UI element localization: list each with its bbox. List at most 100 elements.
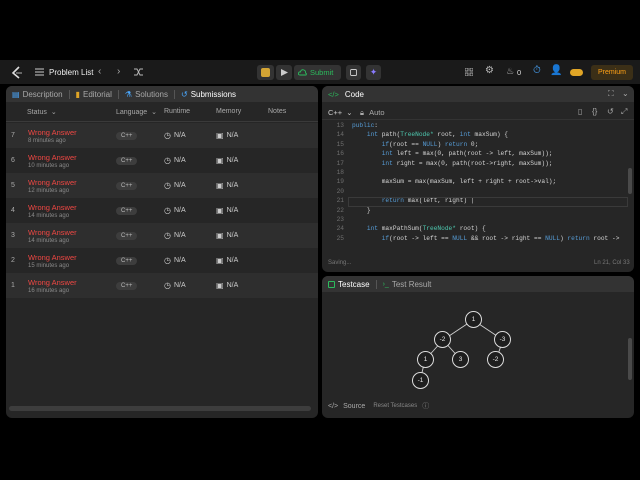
source-button[interactable]: Source	[343, 403, 365, 410]
line-number: 13	[336, 122, 344, 129]
status-wrong-answer-link[interactable]: Wrong Answer	[28, 228, 77, 237]
runtime-cell: ◷ N/A	[164, 273, 186, 298]
ai-sparkle-icon[interactable]: ✦	[366, 65, 381, 80]
language-badge: C++	[116, 231, 138, 240]
editor-vertical-scrollbar[interactable]	[628, 168, 632, 194]
language-select[interactable]: C++ ⌄	[328, 108, 353, 117]
streak-fire-icon[interactable]: ♨	[506, 66, 514, 77]
premium-button[interactable]: Premium	[591, 65, 633, 80]
code-token: return	[444, 140, 468, 148]
memory-column-header: Memory	[216, 108, 242, 115]
status-wrong-answer-link[interactable]: Wrong Answer	[28, 128, 77, 137]
timer-icon[interactable]: ⏱	[533, 65, 541, 76]
status-cell: Wrong Answer 12 minutes ago	[28, 173, 77, 198]
table-row[interactable]: 5 Wrong Answer 12 minutes ago C++ ◷ N/A …	[6, 173, 318, 198]
memory-cell: ▣ N/A	[216, 198, 238, 223]
language-select-value: C++	[328, 108, 343, 117]
add-user-icon[interactable]: 👤	[550, 65, 562, 76]
tree-node: 1	[417, 351, 434, 368]
expand-editor-icon[interactable]: ⤢	[621, 107, 627, 117]
tab-solutions-label: Solutions	[135, 89, 168, 99]
code-editor-area[interactable]: 13 public: 14 int path(TreeNode* root, int…	[322, 122, 628, 248]
submitted-time: 14 minutes ago	[28, 212, 70, 219]
language-cell: C++	[116, 248, 138, 273]
code-token: path(	[378, 131, 401, 139]
debug-button[interactable]	[257, 65, 274, 80]
line-number: 22	[336, 206, 344, 214]
status-wrong-answer-link[interactable]: Wrong Answer	[28, 178, 77, 187]
status-wrong-answer-link[interactable]: Wrong Answer	[28, 278, 77, 287]
coin-icon[interactable]	[570, 69, 583, 76]
line-number: 20	[336, 187, 344, 195]
language-badge: C++	[116, 156, 138, 165]
code-line: 24 int maxPathSum(TreeNode* root) {	[322, 225, 622, 234]
format-braces-icon[interactable]: {}	[592, 107, 597, 116]
runtime-cell: ◷ N/A	[164, 123, 186, 148]
tab-description[interactable]: ▤ Description	[12, 90, 63, 99]
submissions-list: 7 Wrong Answer 8 minutes ago C++ ◷ N/A ▣…	[6, 123, 318, 298]
language-cell: C++	[116, 223, 138, 248]
submissions-panel: ▤ Description ▮ Editorial ⚗ Solutions ↺ …	[6, 86, 318, 418]
code-line: 15 if(root == NULL) return 0;	[322, 141, 622, 150]
list-icon[interactable]	[34, 66, 44, 78]
notes-icon[interactable]	[346, 65, 361, 80]
testcase-vertical-scrollbar[interactable]	[628, 338, 632, 380]
collapse-icon[interactable]: ⌄	[622, 89, 629, 98]
logo-icon[interactable]	[10, 65, 24, 79]
memory-value: N/A	[226, 282, 239, 289]
table-row[interactable]: 2 Wrong Answer 15 minutes ago C++ ◷ N/A …	[6, 248, 318, 273]
code-token: TreeNode*	[422, 225, 456, 233]
bookmark-icon[interactable]: ▯	[578, 107, 582, 116]
tree-node: -2	[434, 331, 451, 348]
submit-button[interactable]: Submit	[294, 65, 341, 80]
tab-solutions[interactable]: ⚗ Solutions	[125, 90, 168, 99]
code-line: 25 if(root -> left == NULL && root -> ri…	[322, 235, 622, 244]
status-wrong-answer-link[interactable]: Wrong Answer	[28, 203, 77, 212]
table-row[interactable]: 6 Wrong Answer 10 minutes ago C++ ◷ N/A …	[6, 148, 318, 173]
run-button[interactable]	[276, 65, 292, 80]
code-token: NULL	[545, 234, 560, 242]
row-number: 7	[11, 132, 15, 139]
table-row[interactable]: 3 Wrong Answer 14 minutes ago C++ ◷ N/A …	[6, 223, 318, 248]
current-line-highlight	[348, 197, 628, 207]
code-editor-panel: </> Code ⛶ ⌄ C++ ⌄ 🔒︎ Auto ▯ {} ↺ ⤢ 13 pu…	[322, 86, 634, 272]
table-row[interactable]: 4 Wrong Answer 14 minutes ago C++ ◷ N/A …	[6, 198, 318, 223]
code-line: 23	[322, 216, 622, 225]
prev-problem-icon[interactable]: ‹	[98, 66, 101, 77]
language-column-header[interactable]: Language ⌄	[116, 108, 157, 116]
tab-editorial[interactable]: ▮ Editorial	[76, 90, 112, 99]
status-wrong-answer-link[interactable]: Wrong Answer	[28, 253, 77, 262]
table-row[interactable]: 7 Wrong Answer 8 minutes ago C++ ◷ N/A ▣…	[6, 123, 318, 148]
code-token: }	[352, 206, 371, 214]
code-token: int	[366, 225, 378, 233]
status-wrong-answer-link[interactable]: Wrong Answer	[28, 153, 77, 162]
shuffle-icon[interactable]	[133, 67, 143, 77]
code-line: 20	[322, 188, 622, 197]
memory-cell: ▣ N/A	[216, 123, 238, 148]
runtime-value: N/A	[173, 232, 186, 239]
fullscreen-icon[interactable]: ⛶	[608, 89, 614, 99]
row-number: 3	[11, 232, 15, 239]
submitted-time: 16 minutes ago	[28, 287, 70, 294]
memory-chip-icon: ▣	[216, 256, 224, 265]
clock-icon: ◷	[164, 131, 171, 140]
reset-testcases-button[interactable]: Reset Testcases	[373, 403, 417, 409]
reset-code-icon[interactable]: ↺	[607, 107, 614, 116]
memory-chip-icon: ▣	[216, 181, 224, 190]
source-code-icon: </>	[328, 402, 339, 410]
row-number: 4	[11, 207, 15, 214]
problem-list-link[interactable]: Problem List	[49, 68, 93, 77]
settings-gear-icon[interactable]: ⚙	[485, 65, 494, 76]
table-row[interactable]: 1 Wrong Answer 16 minutes ago C++ ◷ N/A …	[6, 273, 318, 298]
tab-submissions[interactable]: ↺ Submissions	[181, 90, 236, 99]
layout-grid-icon[interactable]	[463, 66, 474, 77]
editor-status-saving: Saving...	[328, 260, 352, 266]
code-token: maxPathSum(	[378, 225, 423, 233]
status-column-header[interactable]: Status ⌄	[27, 108, 57, 116]
language-cell: C++	[116, 198, 138, 223]
help-icon[interactable]: ⓘ	[422, 401, 429, 411]
cloud-upload-icon	[298, 68, 307, 77]
autocomplete-toggle[interactable]: 🔒︎ Auto	[360, 108, 385, 118]
next-problem-icon[interactable]: ›	[117, 66, 120, 77]
horizontal-scrollbar[interactable]	[9, 406, 311, 411]
